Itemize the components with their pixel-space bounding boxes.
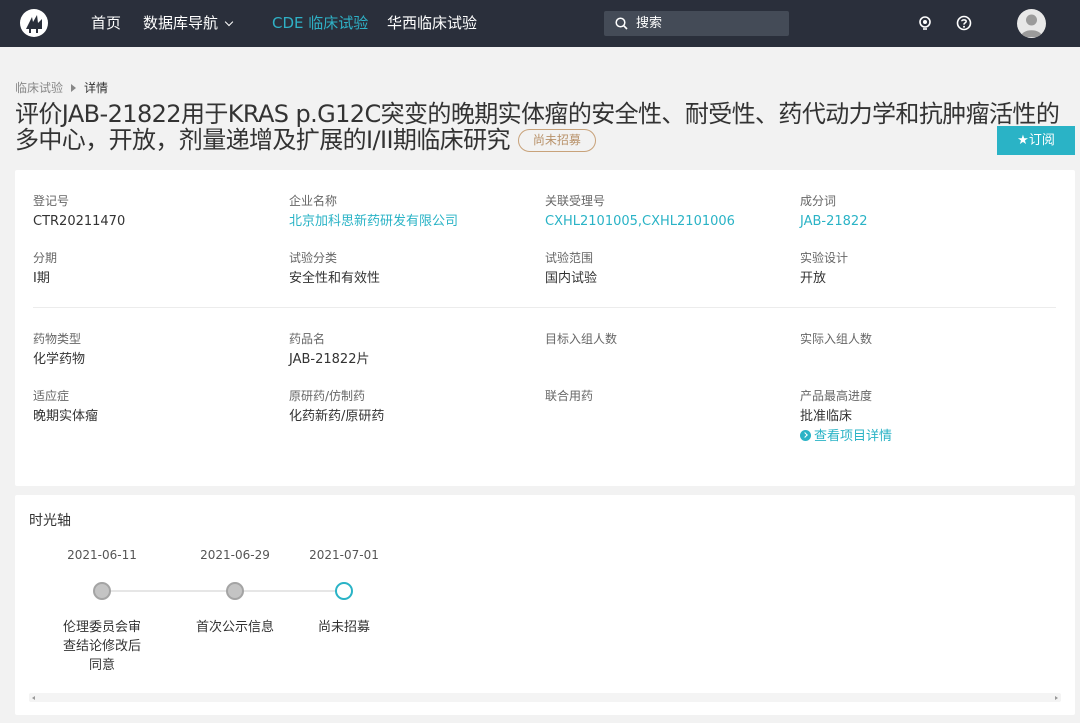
timeline-label: 尚未招募 [317,620,370,635]
subscribe-button[interactable]: ★订阅 [997,126,1075,155]
timeline-card: 时光轴 2021-06-11 2021-06-29 2021-07-01 伦理委… [15,495,1075,715]
avatar-icon[interactable] [1017,9,1046,38]
view-project-label: 查看项目详情 [814,429,893,444]
field-drug-type: 药物类型 化学药物 [33,331,273,369]
field-value: 安全性和有效性 [289,271,381,286]
help-icon[interactable] [956,15,972,31]
timeline-date: 2021-06-11 [67,548,137,562]
timeline-label: 伦理委员会审查结论修改后同意 [62,620,141,673]
field-label: 联合用药 [545,389,594,403]
field-value: 批准临床 [800,409,853,424]
breadcrumb-current: 详情 [84,81,109,95]
scroll-left-icon[interactable] [32,696,35,700]
field-phase: 分期 I期 [33,250,273,288]
view-project-link[interactable]: 查看项目详情 [800,428,1040,446]
acceptance-no-link[interactable]: CXHL2101005,CXHL2101006 [545,213,785,231]
nav-database-dropdown[interactable]: 数据库导航 [143,13,234,33]
field-design: 实验设计 开放 [800,250,1040,288]
field-label: 分期 [33,251,58,265]
arrow-circle-icon [800,430,811,441]
ingredient-link[interactable]: JAB-21822 [800,213,1040,231]
field-value: JAB-21822片 [289,352,370,367]
timeline-date: 2021-07-01 [309,548,379,562]
field-combination: 联合用药 [545,388,785,408]
field-label: 关联受理号 [545,194,606,208]
status-badge: 尚未招募 [517,129,596,152]
field-value: 国内试验 [545,271,598,286]
field-label: 原研药/仿制药 [289,389,366,403]
caret-right-icon [71,84,77,92]
field-label: 目标入组人数 [545,332,618,346]
field-label: 成分词 [800,194,837,208]
chevron-down-icon [224,17,234,27]
field-value: I期 [33,271,50,286]
nav-cde-trials[interactable]: CDE 临床试验 [272,13,368,33]
field-label: 产品最高进度 [800,389,873,403]
field-label: 药品名 [289,332,326,346]
field-value: 晚期实体瘤 [33,409,99,424]
field-label: 实际入组人数 [800,332,873,346]
field-acceptance-no: 关联受理号 CXHL2101005,CXHL2101006 [545,193,785,231]
breadcrumb-parent[interactable]: 临床试验 [15,81,63,95]
timeline-track [102,590,344,592]
search-placeholder: 搜索 [636,16,663,31]
search-input[interactable]: 搜索 [604,11,789,36]
field-label: 企业名称 [289,194,338,208]
field-label: 适应症 [33,389,70,403]
field-ingredient: 成分词 JAB-21822 [800,193,1040,231]
field-label: 药物类型 [33,332,82,346]
field-label: 试验分类 [289,251,338,265]
field-label: 实验设计 [800,251,849,265]
top-navbar: 首页 数据库导航 CDE 临床试验 华西临床试验 搜索 [0,0,1080,47]
search-icon [615,17,628,30]
timeline-node[interactable] [226,582,244,600]
field-indication: 适应症 晚期实体瘤 [33,388,273,426]
field-value: 化药新药/原研药 [289,409,385,424]
field-max-progress: 产品最高进度 批准临床 查看项目详情 [800,388,1040,446]
field-value: CTR20211470 [33,214,126,229]
nav-database-label: 数据库导航 [143,14,219,32]
field-company: 企业名称 北京加科思新药研发有限公司 [289,193,529,231]
page-scrollbar[interactable] [1076,47,1080,723]
scroll-right-icon[interactable] [1055,696,1058,700]
nav-home[interactable]: 首页 [91,13,121,33]
field-target-enroll: 目标入组人数 [545,331,785,351]
tree-logo-icon[interactable] [20,9,48,37]
nav-huaxi-trials[interactable]: 华西临床试验 [387,13,477,33]
trial-info-card: 登记号 CTR20211470 企业名称 北京加科思新药研发有限公司 关联受理号… [15,170,1075,486]
field-label: 试验范围 [545,251,594,265]
field-label: 登记号 [33,194,70,208]
horizontal-scrollbar[interactable] [29,693,1061,702]
field-value: 开放 [800,271,827,286]
field-original-generic: 原研药/仿制药 化药新药/原研药 [289,388,529,426]
field-actual-enroll: 实际入组人数 [800,331,1040,351]
page-title: 评价JAB-21822用于KRAS p.G12C突变的晚期实体瘤的安全性、耐受性… [15,101,1075,153]
timeline-date: 2021-06-29 [200,548,270,562]
breadcrumb: 临床试验 详情 [15,80,108,96]
timeline-node-current[interactable] [335,582,353,600]
field-trial-category: 试验分类 安全性和有效性 [289,250,529,288]
field-value: 化学药物 [33,352,86,367]
field-trial-scope: 试验范围 国内试验 [545,250,785,288]
timeline-title: 时光轴 [29,513,71,529]
field-drug-name: 药品名 JAB-21822片 [289,331,529,369]
field-reg-no: 登记号 CTR20211470 [33,193,273,231]
company-link[interactable]: 北京加科思新药研发有限公司 [289,213,529,231]
divider [33,307,1056,308]
theme-icon[interactable] [917,15,933,31]
timeline-node[interactable] [93,582,111,600]
